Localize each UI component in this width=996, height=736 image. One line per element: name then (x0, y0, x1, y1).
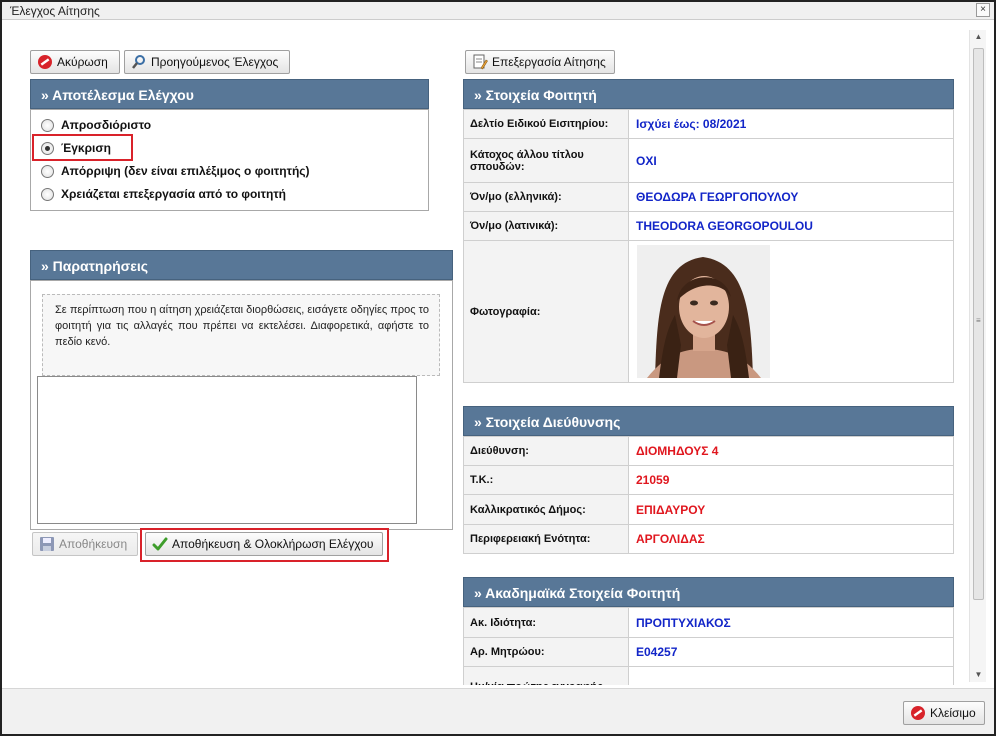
row-value: 21059 (628, 465, 954, 495)
cancel-icon (910, 705, 926, 721)
dialog-footer: Κλείσιμο (2, 688, 994, 734)
row-value: ΕΠΙΔΑΥΡΟΥ (628, 494, 954, 525)
previous-check-label: Προηγούμενος Έλεγχος (151, 55, 279, 69)
radio-rejection[interactable]: Απόρριψη (δεν είναι επιλέξιμος ο φοιτητή… (41, 164, 310, 178)
student-table: Δελτίο Ειδικού Εισιτηρίου: Ισχύει έως: 0… (463, 109, 954, 383)
row-value: ΘΕΟΔΩΡΑ ΓΕΩΡΓΟΠΟΥΛΟΥ (628, 182, 954, 212)
cancel-label: Ακύρωση (57, 55, 108, 69)
row-value: ΟΧΙ (628, 138, 954, 183)
row-label: Περιφερειακή Ενότητα: (463, 524, 629, 554)
row-value: ΔΙΟΜΗΔΟΥΣ 4 (628, 436, 954, 466)
radio-label: Απροσδιόριστο (61, 118, 152, 132)
radio-button[interactable] (41, 118, 54, 132)
student-panel-header: » Στοιχεία Φοιτητή (463, 79, 954, 109)
save-button[interactable]: Αποθήκευση (32, 532, 138, 556)
row-value: Ε04257 (628, 637, 954, 667)
radio-button[interactable] (41, 164, 54, 178)
window-title: Έλεγχος Αίτησης (10, 4, 100, 18)
table-row: Ακ. Ιδιότητα: ΠΡΟΠΤΥΧΙΑΚΟΣ (463, 607, 954, 638)
academic-table: Ακ. Ιδιότητα: ΠΡΟΠΤΥΧΙΑΚΟΣ Αρ. Μητρώου: … (463, 607, 954, 685)
row-label: Όν/μο (ελληνικά): (463, 182, 629, 212)
close-icon[interactable]: × (976, 3, 990, 17)
edit-application-button[interactable]: Επεξεργασία Αίτησης (465, 50, 615, 74)
title-bar: Έλεγχος Αίτησης × (2, 2, 994, 20)
scroll-down-icon[interactable]: ▼ (970, 668, 987, 682)
table-row: Δελτίο Ειδικού Εισιτηρίου: Ισχύει έως: 0… (463, 109, 954, 139)
address-table: Διεύθυνση: ΔΙΟΜΗΔΟΥΣ 4 Τ.Κ.: 21059 Καλλι… (463, 436, 954, 554)
notes-instructions: Σε περίπτωση που η αίτηση χρειάζεται διο… (42, 294, 440, 376)
table-row: Ημ/νία πρώτης εγγραφής (463, 666, 954, 685)
row-label: Ημ/νία πρώτης εγγραφής (463, 666, 629, 685)
search-icon (131, 54, 147, 70)
table-row: Διεύθυνση: ΔΙΟΜΗΔΟΥΣ 4 (463, 436, 954, 466)
scroll-up-icon[interactable]: ▲ (970, 30, 987, 44)
row-label: Δελτίο Ειδικού Εισιτηρίου: (463, 109, 629, 139)
radio-button[interactable] (41, 187, 54, 201)
row-value (628, 666, 954, 685)
previous-check-button[interactable]: Προηγούμενος Έλεγχος (124, 50, 290, 74)
row-label: Αρ. Μητρώου: (463, 637, 629, 667)
notes-textarea[interactable] (37, 376, 417, 524)
cancel-icon (37, 54, 53, 70)
table-row: Όν/μο (ελληνικά): ΘΕΟΔΩΡΑ ΓΕΩΡΓΟΠΟΥΛΟΥ (463, 182, 954, 212)
row-label: Καλλικρατικός Δήμος: (463, 494, 629, 525)
close-button[interactable]: Κλείσιμο (903, 701, 985, 725)
row-value: ΑΡΓΟΛΙΔΑΣ (628, 524, 954, 554)
save-label: Αποθήκευση (59, 537, 128, 551)
row-label: Όν/μο (λατινικά): (463, 211, 629, 241)
table-row: Κάτοχος άλλου τίτλου σπουδών: ΟΧΙ (463, 138, 954, 183)
table-row: Φωτογραφία: (463, 240, 954, 383)
table-row: Αρ. Μητρώου: Ε04257 (463, 637, 954, 667)
dialog-content: Ακύρωση Προηγούμενος Έλεγχος Επεξεργασία… (2, 20, 968, 685)
address-panel-header: » Στοιχεία Διεύθυνσης (463, 406, 954, 436)
radio-undetermined[interactable]: Απροσδιόριστο (41, 118, 151, 132)
table-row: Περιφερειακή Ενότητα: ΑΡΓΟΛΙΔΑΣ (463, 524, 954, 554)
row-value: THEODORA GEORGOPOULOU (628, 211, 954, 241)
vertical-scrollbar[interactable]: ▲ ≡ ▼ (969, 30, 986, 682)
row-label: Διεύθυνση: (463, 436, 629, 466)
radio-needs-edit[interactable]: Χρειάζεται επεξεργασία από το φοιτητή (41, 187, 286, 201)
save-icon (39, 536, 55, 552)
scrollbar-thumb[interactable]: ≡ (973, 48, 984, 600)
close-label: Κλείσιμο (930, 706, 976, 720)
row-value: Ισχύει έως: 08/2021 (628, 109, 954, 139)
row-label: Φωτογραφία: (463, 240, 629, 383)
row-label: Τ.Κ.: (463, 465, 629, 495)
radio-label: Απόρριψη (δεν είναι επιλέξιμος ο φοιτητή… (61, 164, 310, 178)
radio-label: Χρειάζεται επεξεργασία από το φοιτητή (61, 187, 286, 201)
row-label: Ακ. Ιδιότητα: (463, 607, 629, 638)
photo-cell (628, 240, 954, 383)
table-row: Τ.Κ.: 21059 (463, 465, 954, 495)
table-row: Όν/μο (λατινικά): THEODORA GEORGOPOULOU (463, 211, 954, 241)
highlight-frame-save (140, 528, 389, 562)
dialog-window: Έλεγχος Αίτησης × Ακύρωση Προηγούμενος Έ… (0, 0, 996, 736)
result-panel-header: » Αποτέλεσμα Ελέγχου (30, 79, 429, 109)
grip-icon: ≡ (976, 316, 981, 325)
cancel-button[interactable]: Ακύρωση (30, 50, 120, 74)
highlight-frame-approval (32, 134, 133, 161)
edit-document-icon (472, 54, 488, 70)
academic-panel-header: » Ακαδημαϊκά Στοιχεία Φοιτητή (463, 577, 954, 607)
student-photo (637, 245, 770, 378)
notes-panel-header: » Παρατηρήσεις (30, 250, 453, 280)
row-value: ΠΡΟΠΤΥΧΙΑΚΟΣ (628, 607, 954, 638)
edit-application-label: Επεξεργασία Αίτησης (492, 55, 606, 69)
row-label: Κάτοχος άλλου τίτλου σπουδών: (463, 138, 629, 183)
table-row: Καλλικρατικός Δήμος: ΕΠΙΔΑΥΡΟΥ (463, 494, 954, 525)
